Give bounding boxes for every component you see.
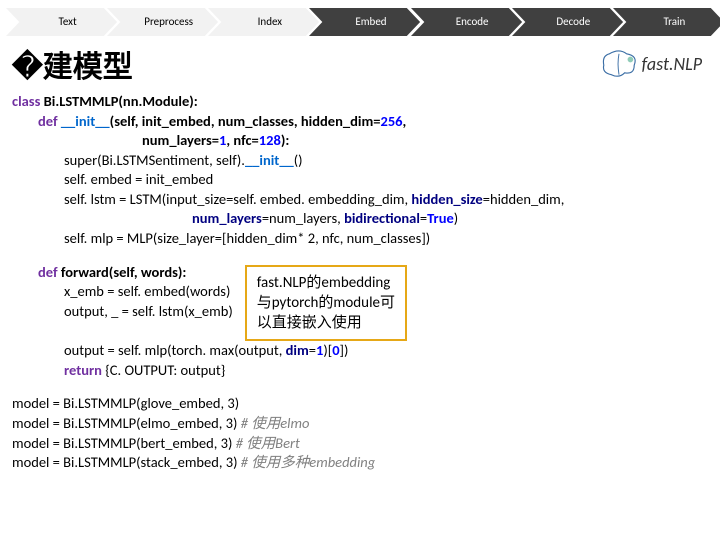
pipeline-step: Index bbox=[208, 8, 319, 36]
code-line: model = Bi.LSTMMLP(stack_embed, 3) # 使用多… bbox=[12, 453, 702, 473]
code-line: self. lstm = LSTM(input_size=self. embed… bbox=[12, 190, 702, 210]
code-line: def __init__(self, init_embed, num_class… bbox=[12, 112, 702, 132]
title-row: �建模型 fast.NLP bbox=[0, 36, 720, 90]
pipeline-step: Preprocess bbox=[107, 8, 218, 36]
code-line: model = Bi.LSTMMLP(glove_embed, 3) bbox=[12, 394, 702, 414]
code-line: num_layers=num_layers, bidirectional=Tru… bbox=[12, 209, 702, 229]
logo-text: fast.NLP bbox=[642, 53, 702, 75]
code-line: class Bi.LSTMMLP(nn.Module): bbox=[12, 92, 702, 112]
code-line: self. mlp = MLP(size_layer=[hidden_dim* … bbox=[12, 229, 702, 249]
code-line: super(Bi.LSTMSentiment, self).__init__() bbox=[12, 151, 702, 171]
pipeline-steps: TextPreprocessIndexEmbedEncodeDecodeTrai… bbox=[0, 0, 720, 36]
callout-line: 与pytorch的module可 bbox=[257, 293, 395, 313]
pipeline-step: Train bbox=[613, 8, 720, 36]
pipeline-step: Text bbox=[6, 8, 117, 36]
forward-block: def forward(self, words): x_emb = self. … bbox=[12, 263, 702, 342]
code-line: self. embed = init_embed bbox=[12, 170, 702, 190]
code-line: output = self. mlp(torch. max(output, di… bbox=[12, 341, 702, 361]
pipeline-step: Encode bbox=[411, 8, 522, 36]
code-line: model = Bi.LSTMMLP(elmo_embed, 3) # 使用el… bbox=[12, 414, 702, 434]
code-line: x_emb = self. embed(words) bbox=[12, 282, 233, 302]
code-line: return {C. OUTPUT: output} bbox=[12, 361, 702, 381]
callout-box: fast.NLP的embedding 与pytorch的module可 以直接嵌… bbox=[245, 265, 407, 342]
slide-title: �建模型 bbox=[12, 42, 133, 86]
callout-line: fast.NLP的embedding bbox=[257, 273, 395, 293]
logo: fast.NLP bbox=[600, 50, 702, 78]
code-line: model = Bi.LSTMMLP(bert_embed, 3) # 使用Be… bbox=[12, 434, 702, 454]
brain-icon bbox=[600, 50, 638, 78]
callout-line: 以直接嵌入使用 bbox=[257, 313, 395, 333]
code-line: output, _ = self. lstm(x_emb) bbox=[12, 302, 233, 322]
pipeline-step: Decode bbox=[512, 8, 623, 36]
pipeline-step: Embed bbox=[309, 8, 420, 36]
code-line: def forward(self, words): bbox=[12, 263, 233, 283]
code-line: num_layers=1, nfc=128): bbox=[12, 131, 702, 151]
code-content: class Bi.LSTMMLP(nn.Module): def __init_… bbox=[0, 90, 720, 473]
